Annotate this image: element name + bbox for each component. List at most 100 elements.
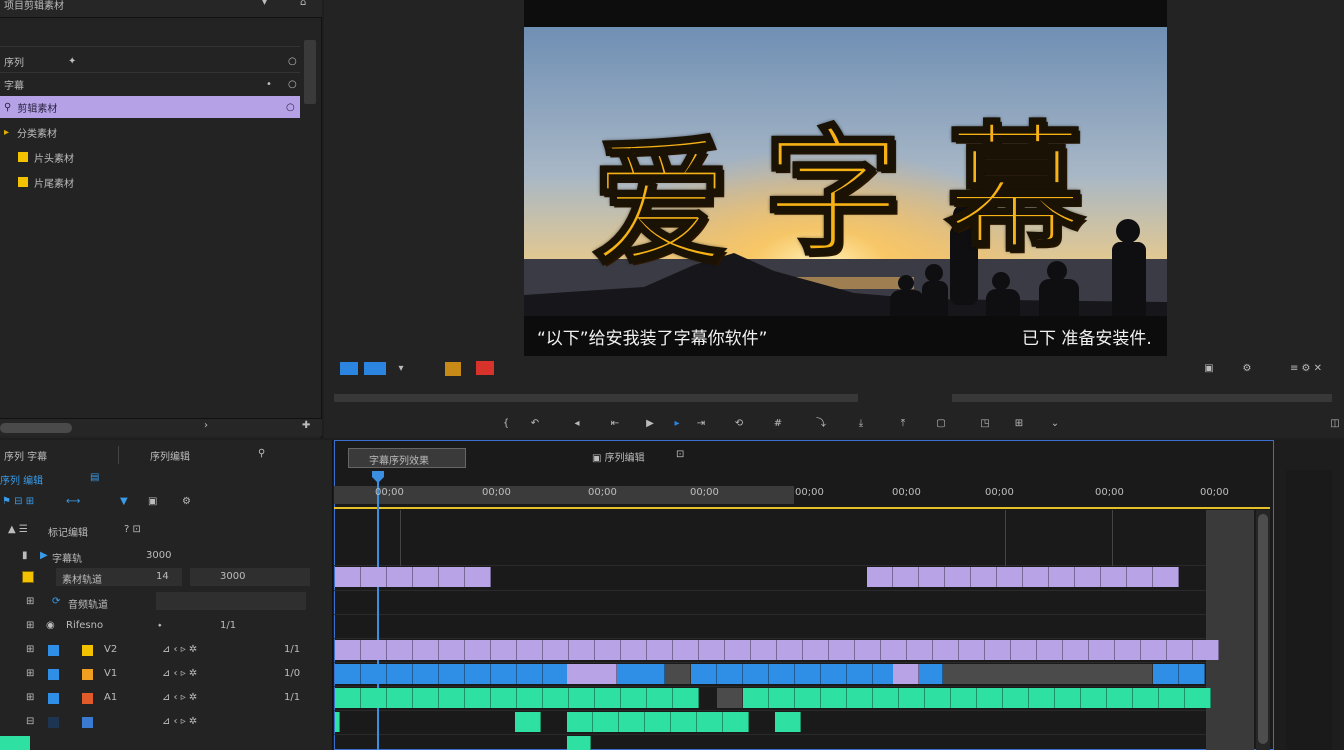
track-expand-icon[interactable]: ▲ ☰ bbox=[8, 524, 28, 535]
timeline-scrollbar-thumb[interactable] bbox=[1258, 514, 1268, 744]
grid-icon[interactable]: ▤ bbox=[90, 472, 99, 483]
timeline-clip[interactable] bbox=[413, 688, 439, 708]
project-scrollbar[interactable] bbox=[304, 40, 316, 104]
timeline-clip[interactable] bbox=[361, 688, 387, 708]
timeline-clip[interactable] bbox=[413, 567, 439, 587]
timeline-clip[interactable] bbox=[1037, 640, 1063, 660]
timeline-clip[interactable] bbox=[1011, 640, 1037, 660]
color-swatch-icon[interactable] bbox=[445, 362, 461, 376]
timeline-clip[interactable] bbox=[1023, 567, 1049, 587]
go-to-out-icon[interactable]: ⇥ bbox=[692, 417, 710, 431]
track-color-chip[interactable] bbox=[48, 717, 59, 728]
timeline-clip[interactable] bbox=[569, 640, 595, 660]
timeline-clip[interactable] bbox=[867, 567, 893, 587]
timeline-clip[interactable] bbox=[919, 664, 943, 684]
timeline-clip[interactable] bbox=[743, 688, 769, 708]
timeline-clip[interactable] bbox=[335, 640, 361, 660]
timeline-clip[interactable] bbox=[893, 567, 919, 587]
timeline-scrollbar-track[interactable] bbox=[1256, 510, 1270, 750]
help-icon[interactable]: ? ⊡ bbox=[124, 524, 141, 535]
monitor-scrubber[interactable] bbox=[334, 382, 1334, 406]
timeline-clip[interactable] bbox=[465, 567, 491, 587]
timeline-clip[interactable] bbox=[491, 688, 517, 708]
track-color-chip[interactable] bbox=[48, 645, 59, 656]
timeline-clip[interactable] bbox=[1153, 664, 1179, 684]
timeline-clip[interactable] bbox=[335, 688, 361, 708]
sequence-tab[interactable]: 字幕序列效果 bbox=[348, 448, 466, 468]
timeline-clip[interactable] bbox=[567, 736, 591, 750]
project-row-folder[interactable]: ▸ 分类素材 bbox=[0, 121, 300, 143]
add-icon[interactable]: ✚ bbox=[302, 420, 310, 431]
timeline-clip[interactable] bbox=[1055, 688, 1081, 708]
playhead-icon[interactable] bbox=[371, 470, 385, 484]
timeline-clip[interactable] bbox=[821, 688, 847, 708]
timeline-clip[interactable] bbox=[699, 640, 725, 660]
timeline-clip[interactable] bbox=[829, 640, 855, 660]
out-point-icon[interactable]: ▾ bbox=[392, 362, 410, 376]
timeline-clip[interactable] bbox=[943, 664, 1153, 684]
timeline-clip[interactable] bbox=[621, 688, 647, 708]
step-back-icon[interactable]: ◂ bbox=[568, 417, 586, 431]
timeline-clip[interactable] bbox=[543, 664, 569, 684]
timeline-clip[interactable] bbox=[1107, 688, 1133, 708]
timeline-clip[interactable] bbox=[491, 664, 517, 684]
timeline-clip[interactable] bbox=[465, 664, 491, 684]
timeline-clip[interactable] bbox=[491, 640, 517, 660]
timeline-clip[interactable] bbox=[769, 688, 795, 708]
timeline-clip[interactable] bbox=[893, 664, 919, 684]
track-target-icon[interactable]: ⊞ bbox=[26, 644, 34, 655]
track-value-field[interactable]: 3000 bbox=[190, 568, 310, 586]
search-icon[interactable]: ⚲ bbox=[258, 448, 265, 459]
timeline-clip[interactable] bbox=[617, 664, 665, 684]
timeline-clip[interactable] bbox=[387, 688, 413, 708]
timeline-clip[interactable] bbox=[593, 712, 619, 732]
timeline-clip[interactable] bbox=[595, 688, 621, 708]
timeline-menu[interactable]: 序列 编辑 bbox=[0, 472, 43, 487]
timeline-clip[interactable] bbox=[777, 640, 803, 660]
project-row-sequence[interactable]: 序列 ✦ ○ bbox=[0, 50, 300, 72]
timeline-clip[interactable] bbox=[1127, 567, 1153, 587]
caption-icon[interactable]: ▣ bbox=[148, 496, 157, 507]
timeline-clip[interactable] bbox=[821, 664, 847, 684]
playhead-line[interactable] bbox=[377, 472, 379, 750]
maximize-icon[interactable]: ◫ bbox=[1326, 417, 1344, 431]
step-forward-icon[interactable]: ▸ bbox=[668, 417, 686, 431]
project-row-bin-2[interactable]: 片尾素材 bbox=[0, 171, 300, 193]
camera-icon[interactable]: ◳ bbox=[976, 417, 994, 431]
timeline-clip[interactable] bbox=[1133, 688, 1159, 708]
timeline-clip[interactable] bbox=[803, 640, 829, 660]
timeline-clip[interactable] bbox=[919, 567, 945, 587]
visibility-icon[interactable]: ◉ bbox=[46, 620, 55, 631]
timeline-clip[interactable] bbox=[971, 567, 997, 587]
timeline-clip[interactable] bbox=[945, 567, 971, 587]
timeline-clip[interactable] bbox=[387, 664, 413, 684]
sync-icon[interactable]: ⟳ bbox=[52, 596, 60, 607]
timeline-clip[interactable] bbox=[925, 688, 951, 708]
timeline-clip[interactable] bbox=[907, 640, 933, 660]
timeline-clip[interactable] bbox=[1159, 688, 1185, 708]
track-target-icon[interactable]: ⊞ bbox=[26, 692, 34, 703]
zoom-slider[interactable] bbox=[0, 423, 72, 433]
timeline-clip[interactable] bbox=[361, 640, 387, 660]
timeline-clip[interactable] bbox=[1075, 567, 1101, 587]
timeline-clip[interactable] bbox=[723, 712, 749, 732]
lock-icon[interactable]: ⌂ bbox=[300, 0, 306, 8]
go-to-in-icon[interactable]: ⇤ bbox=[606, 417, 624, 431]
timeline-clip[interactable] bbox=[1153, 567, 1179, 587]
timeline-clip[interactable] bbox=[439, 688, 465, 708]
timeline-clip[interactable] bbox=[569, 688, 595, 708]
timeline-clip[interactable] bbox=[751, 640, 777, 660]
timeline-clip[interactable] bbox=[1179, 664, 1205, 684]
timeline-clip[interactable] bbox=[1185, 688, 1211, 708]
timeline-clip[interactable] bbox=[959, 640, 985, 660]
timeline-clip[interactable] bbox=[985, 640, 1011, 660]
timeline-clip[interactable] bbox=[1167, 640, 1193, 660]
timeline-clip[interactable] bbox=[515, 712, 541, 732]
timeline-clip[interactable] bbox=[335, 567, 361, 587]
track-target-icon[interactable]: ⊞ bbox=[26, 620, 34, 631]
extract-icon[interactable]: ▢ bbox=[932, 417, 950, 431]
timeline-clip[interactable] bbox=[1115, 640, 1141, 660]
track-target-icon[interactable]: ⊟ bbox=[26, 716, 34, 727]
timeline-clip[interactable] bbox=[795, 664, 821, 684]
timeline-clip[interactable] bbox=[517, 640, 543, 660]
